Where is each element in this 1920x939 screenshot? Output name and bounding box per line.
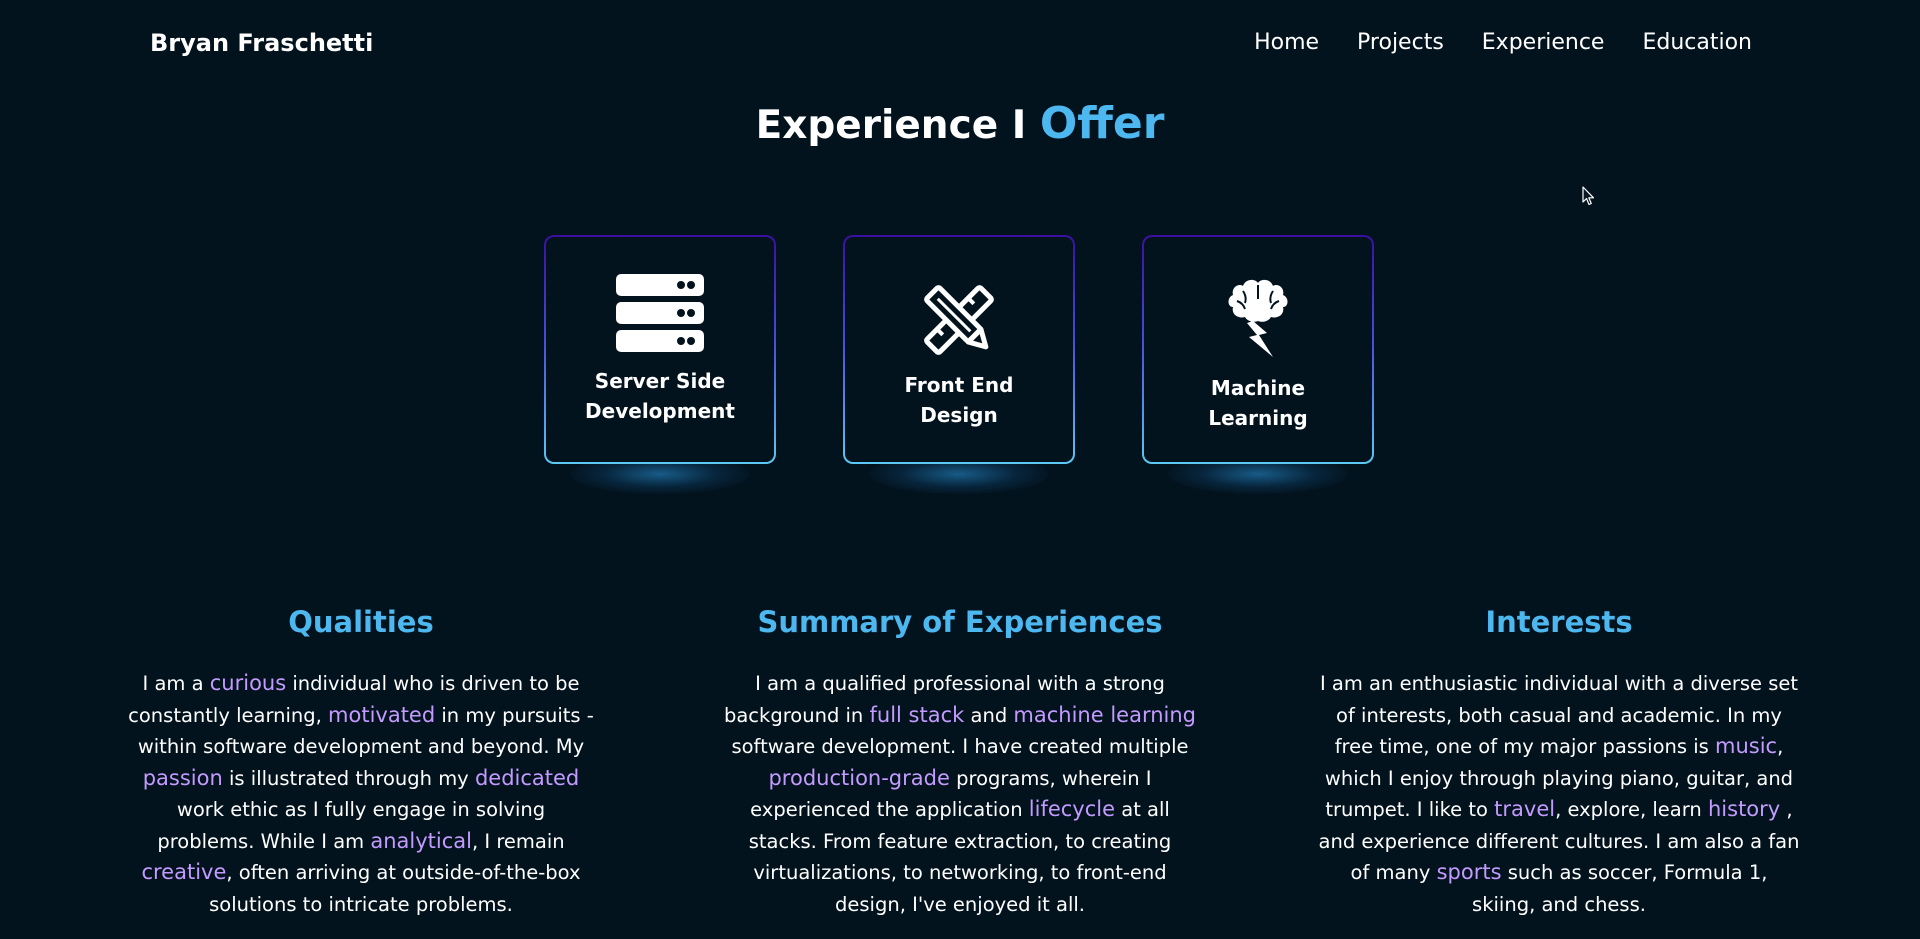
qualities-column: Qualities I am a curious individual who … bbox=[126, 602, 596, 920]
text-span: , often arriving at outside-of-the-box s… bbox=[209, 861, 581, 916]
highlight-word: passion bbox=[142, 765, 223, 790]
card-label: Machine Learning bbox=[1208, 375, 1308, 430]
summary-text: I am a qualified professional with a str… bbox=[715, 668, 1205, 920]
card-label: Server Side Development bbox=[585, 368, 735, 423]
text-span: and bbox=[964, 703, 1014, 727]
highlight-word: history bbox=[1707, 797, 1781, 821]
server-stack-icon bbox=[616, 273, 704, 352]
interests-text: I am an enthusiastic individual with a d… bbox=[1318, 668, 1800, 920]
interests-column: Interests I am an enthusiastic individua… bbox=[1318, 602, 1800, 920]
text-span: is illustrated through my bbox=[222, 766, 475, 790]
text-span: such as soccer, Formula 1, skiing, and c… bbox=[1472, 861, 1768, 916]
card-front-end-button[interactable]: Front End Design bbox=[843, 235, 1075, 464]
text-span: , I remain bbox=[472, 829, 565, 853]
nav-link-home[interactable]: Home bbox=[1254, 30, 1319, 55]
portfolio-page: Bryan Fraschetti Home Projects Experienc… bbox=[0, 0, 1920, 939]
brand-name[interactable]: Bryan Fraschetti bbox=[150, 29, 373, 57]
highlight-word: dedicated bbox=[474, 765, 580, 790]
nav-link-experience[interactable]: Experience bbox=[1482, 30, 1605, 55]
card-body: Front End Design bbox=[845, 237, 1073, 462]
top-navbar: Bryan Fraschetti Home Projects Experienc… bbox=[0, 0, 1920, 90]
highlight-word: curious bbox=[209, 671, 287, 695]
summary-column: Summary of Experiences I am a qualified … bbox=[715, 602, 1205, 920]
highlight-word: travel bbox=[1494, 797, 1556, 821]
nav-link-projects[interactable]: Projects bbox=[1357, 30, 1444, 55]
nav-links: Home Projects Experience Education bbox=[1254, 30, 1752, 55]
highlight-word: motivated bbox=[328, 702, 436, 727]
card-front-end: Front End Design bbox=[843, 235, 1075, 494]
mouse-cursor-icon bbox=[1582, 186, 1595, 206]
card-server-side: Server Side Development bbox=[544, 235, 776, 494]
highlight-word: creative bbox=[141, 860, 227, 884]
experience-cards: Server Side Development Front End Design… bbox=[544, 235, 1374, 494]
highlight-word: full stack bbox=[869, 702, 965, 727]
qualities-title: Qualities bbox=[288, 605, 434, 639]
pencil-ruler-icon bbox=[924, 284, 994, 355]
summary-title: Summary of Experiences bbox=[757, 605, 1163, 639]
card-body: Server Side Development bbox=[546, 237, 774, 462]
text-span: I am a bbox=[142, 672, 210, 695]
section-title-main: Experience I bbox=[755, 103, 1040, 148]
highlight-word: machine learning bbox=[1013, 702, 1196, 727]
highlight-word: production-grade bbox=[768, 765, 950, 790]
highlight-word: sports bbox=[1436, 860, 1502, 884]
highlight-word: music bbox=[1715, 734, 1778, 758]
section-title-accent: Offer bbox=[1039, 98, 1165, 149]
nav-link-education[interactable]: Education bbox=[1642, 30, 1752, 55]
text-span: software development. I have created mul… bbox=[731, 735, 1189, 758]
card-body: Machine Learning bbox=[1144, 237, 1372, 462]
card-label: Front End Design bbox=[904, 372, 1014, 427]
section-title: Experience I Offer bbox=[0, 98, 1920, 149]
interests-title: Interests bbox=[1485, 605, 1633, 639]
highlight-word: analytical bbox=[370, 828, 472, 853]
card-server-side-button[interactable]: Server Side Development bbox=[544, 235, 776, 464]
card-machine-learning: Machine Learning bbox=[1142, 235, 1374, 494]
highlight-word: lifecycle bbox=[1028, 797, 1116, 821]
brain-lightning-icon bbox=[1228, 279, 1288, 357]
text-span: , explore, learn bbox=[1555, 798, 1708, 821]
qualities-text: I am a curious individual who is driven … bbox=[126, 668, 596, 920]
card-machine-learning-button[interactable]: Machine Learning bbox=[1142, 235, 1374, 464]
